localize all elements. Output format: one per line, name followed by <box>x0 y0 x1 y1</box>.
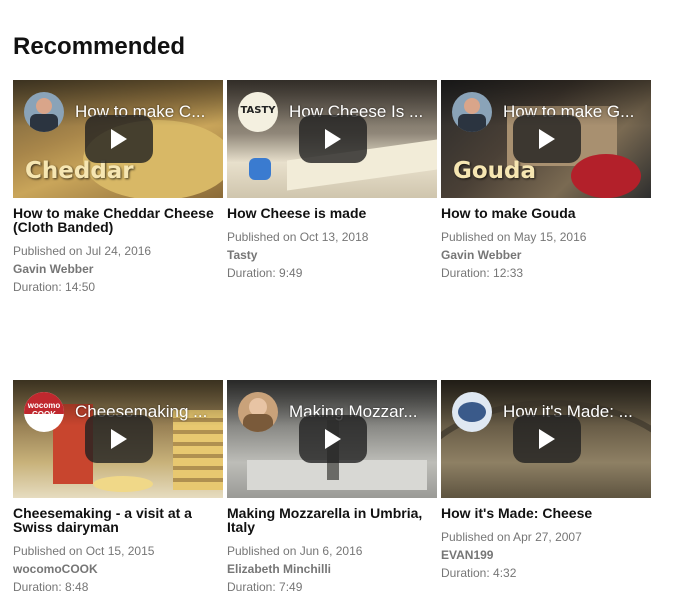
video-thumbnail[interactable]: How to make C... Cheddar <box>13 80 223 198</box>
play-button[interactable] <box>85 415 153 463</box>
play-button[interactable] <box>513 415 581 463</box>
video-card[interactable]: wocomo COOK Cheesemaking ... Cheesemakin… <box>13 380 223 596</box>
video-duration: Duration: 9:49 <box>227 266 303 280</box>
video-duration: Duration: 14:50 <box>13 280 96 294</box>
published-date: Published on Oct 15, 2015 <box>13 544 155 558</box>
video-duration: Duration: 7:49 <box>227 580 303 594</box>
play-icon <box>539 129 555 149</box>
play-button[interactable] <box>513 115 581 163</box>
video-card[interactable]: TASTY How Cheese Is ... How Cheese is ma… <box>227 80 437 282</box>
channel-avatar[interactable] <box>238 392 278 432</box>
video-title[interactable]: Cheesemaking - a visit at a Swiss dairym… <box>13 506 223 534</box>
avatar-text: TASTY <box>240 105 276 116</box>
video-duration: Duration: 4:32 <box>441 566 517 580</box>
video-thumbnail[interactable]: How it's Made: ... <box>441 380 651 498</box>
play-button[interactable] <box>85 115 153 163</box>
video-duration: Duration: 8:48 <box>13 580 89 594</box>
channel-name[interactable]: wocomoCOOK <box>13 560 223 578</box>
channel-avatar[interactable] <box>24 92 64 132</box>
channel-name[interactable]: Elizabeth Minchilli <box>227 560 437 578</box>
video-card[interactable]: Making Mozzar... Making Mozzarella in Um… <box>227 380 437 596</box>
play-icon <box>325 429 341 449</box>
published-date: Published on May 15, 2016 <box>441 230 587 244</box>
channel-avatar[interactable] <box>452 92 492 132</box>
channel-name[interactable]: EVAN199 <box>441 546 651 564</box>
channel-name[interactable]: Gavin Webber <box>13 260 223 278</box>
published-date: Published on Jul 24, 2016 <box>13 244 152 258</box>
video-thumbnail[interactable]: How to make G... Gouda <box>441 80 651 198</box>
published-date: Published on Jun 6, 2016 <box>227 544 363 558</box>
video-title[interactable]: How it's Made: Cheese <box>441 506 651 520</box>
video-duration: Duration: 12:33 <box>441 266 524 280</box>
play-icon <box>325 129 341 149</box>
video-title[interactable]: Making Mozzarella in Umbria, Italy <box>227 506 437 534</box>
section-heading: Recommended <box>13 33 186 60</box>
play-icon <box>111 429 127 449</box>
video-title[interactable]: How to make Cheddar Cheese (Cloth Banded… <box>13 206 223 234</box>
play-button[interactable] <box>299 415 367 463</box>
channel-avatar[interactable] <box>452 392 492 432</box>
video-thumbnail[interactable]: wocomo COOK Cheesemaking ... <box>13 380 223 498</box>
play-icon <box>539 429 555 449</box>
avatar-text: wocomo COOK <box>27 401 61 419</box>
video-card[interactable]: How it's Made: ... How it's Made: Cheese… <box>441 380 651 582</box>
play-icon <box>111 129 127 149</box>
published-date: Published on Apr 27, 2007 <box>441 530 582 544</box>
published-date: Published on Oct 13, 2018 <box>227 230 369 244</box>
channel-avatar[interactable]: TASTY <box>238 92 278 132</box>
channel-avatar[interactable]: wocomo COOK <box>24 392 64 432</box>
video-title[interactable]: How Cheese is made <box>227 206 437 220</box>
video-thumbnail[interactable]: TASTY How Cheese Is ... <box>227 80 437 198</box>
video-title[interactable]: How to make Gouda <box>441 206 651 220</box>
play-button[interactable] <box>299 115 367 163</box>
video-thumbnail[interactable]: Making Mozzar... <box>227 380 437 498</box>
video-card[interactable]: How to make C... Cheddar How to make Che… <box>13 80 223 296</box>
channel-name[interactable]: Tasty <box>227 246 437 264</box>
channel-name[interactable]: Gavin Webber <box>441 246 651 264</box>
video-card[interactable]: How to make G... Gouda How to make Gouda… <box>441 80 651 282</box>
